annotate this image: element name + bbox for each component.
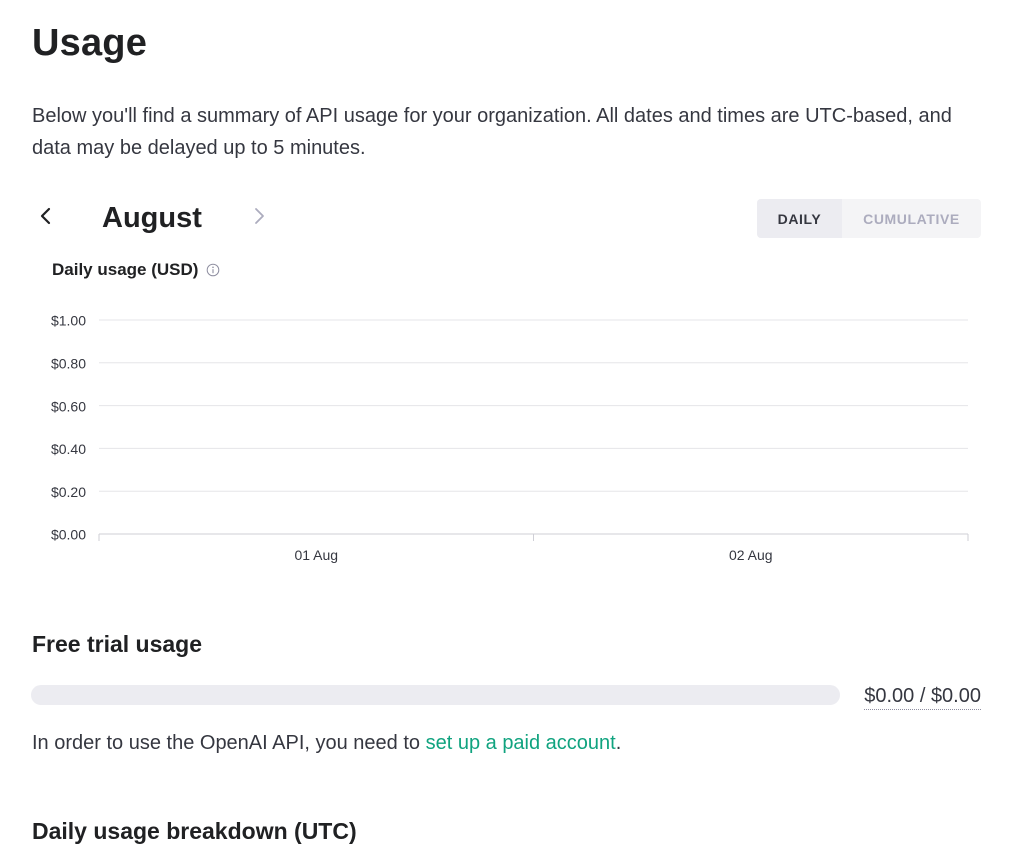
chart-title-row: Daily usage (USD)	[52, 260, 220, 280]
free-trial-progress-bar	[31, 685, 840, 705]
free-trial-usage-amount[interactable]: $0.00 / $0.00	[864, 683, 981, 710]
previous-month-button[interactable]	[32, 204, 60, 232]
view-toggle: DAILY CUMULATIVE	[757, 199, 981, 238]
month-navigation: August	[32, 196, 292, 240]
next-month-button[interactable]	[245, 204, 273, 232]
y-tick-label: $0.60	[51, 398, 86, 414]
chart-svg: $1.00 $0.80 $0.60 $0.40 $0.20 $0.00 01 Aug 02 A…	[51, 313, 969, 563]
setup-paid-account-link[interactable]: set up a paid account	[426, 732, 616, 754]
page-title: Usage	[32, 22, 148, 64]
cumulative-toggle-button[interactable]: CUMULATIVE	[842, 199, 981, 238]
x-tick-label: 02 Aug	[729, 547, 773, 563]
y-tick-label: $0.40	[51, 441, 86, 457]
paid-notice-prefix: In order to use the OpenAI API, you need…	[32, 732, 426, 754]
daily-breakdown-heading: Daily usage breakdown (UTC)	[32, 818, 357, 844]
y-tick-label: $0.80	[51, 356, 86, 372]
x-tick-label: 01 Aug	[294, 547, 338, 563]
free-trial-heading: Free trial usage	[32, 631, 203, 657]
daily-toggle-button[interactable]: DAILY	[757, 199, 842, 238]
month-label: August	[102, 202, 202, 234]
page-description: Below you'll find a summary of API usage…	[32, 105, 952, 159]
chevron-left-icon	[39, 207, 53, 230]
chevron-right-icon	[252, 207, 266, 230]
usage-page: Usage Below you'll find a summary of API…	[0, 0, 1016, 859]
y-tick-label: $0.00	[51, 527, 86, 543]
chart-title: Daily usage (USD)	[52, 260, 199, 279]
y-tick-label: $0.20	[51, 484, 86, 500]
paid-account-notice: In order to use the OpenAI API, you need…	[32, 729, 621, 757]
paid-notice-suffix: .	[615, 732, 622, 754]
daily-usage-chart: $1.00 $0.80 $0.60 $0.40 $0.20 $0.00 01 Aug 02 A…	[30, 300, 990, 590]
y-tick-label: $1.00	[51, 313, 86, 329]
info-icon[interactable]	[206, 263, 220, 277]
